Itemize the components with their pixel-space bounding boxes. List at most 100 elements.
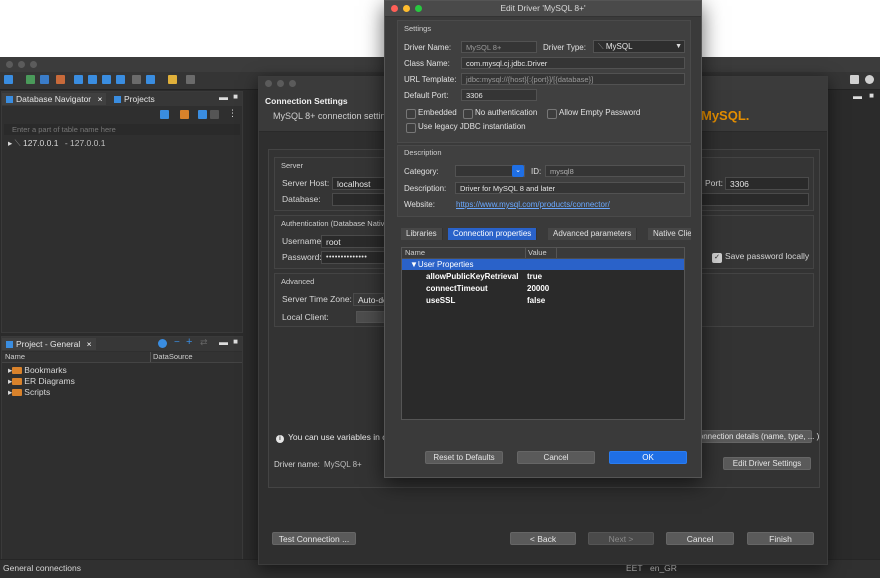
description-input[interactable]: Driver for MySQL 8 and later: [455, 182, 685, 194]
maximize-icon[interactable]: ■: [869, 91, 874, 100]
test-connection-button[interactable]: Test Connection ...: [272, 532, 356, 545]
filter-icon[interactable]: [132, 75, 141, 84]
link-icon[interactable]: [210, 110, 219, 119]
commit-icon[interactable]: [74, 75, 83, 84]
add-icon[interactable]: +: [186, 336, 192, 348]
property-value[interactable]: 20000: [527, 283, 549, 294]
property-group-row[interactable]: ▼User Properties: [402, 259, 684, 270]
username-label: Username:: [282, 236, 324, 246]
property-row[interactable]: connectTimeout 20000: [402, 283, 684, 294]
class-name-input[interactable]: com.mysql.cj.jdbc.Driver: [461, 57, 685, 69]
save-password-checkbox[interactable]: ✓: [712, 253, 722, 263]
default-port-input[interactable]: 3306: [461, 89, 537, 101]
minimize-icon[interactable]: ▬: [219, 92, 228, 102]
tab-libraries[interactable]: Libraries: [401, 228, 443, 240]
table-filter-input[interactable]: Enter a part of table name here: [4, 124, 240, 135]
schema-icon[interactable]: [146, 75, 155, 84]
property-row[interactable]: useSSL false: [402, 295, 684, 306]
database-label: Database:: [282, 194, 321, 204]
property-value[interactable]: true: [527, 271, 542, 282]
dialog-zoom-button[interactable]: [289, 80, 296, 87]
embedded-checkbox[interactable]: [406, 109, 416, 119]
no-auth-checkbox[interactable]: [463, 109, 473, 119]
tab-native-client[interactable]: Native Client: [648, 228, 691, 240]
project-item-bookmarks[interactable]: ▸ Bookmarks: [8, 365, 67, 375]
chevron-down-icon[interactable]: ⌄: [512, 165, 524, 177]
website-link[interactable]: https://www.mysql.com/products/connector…: [456, 199, 610, 210]
maximize-icon[interactable]: ■: [233, 92, 238, 101]
project-item-er-diagrams[interactable]: ▸ ER Diagrams: [8, 376, 75, 386]
properties-table: Name Value ▼User Properties allowPublicK…: [401, 247, 685, 420]
driver-name-input[interactable]: MySQL 8+: [461, 41, 537, 53]
tab-project-general[interactable]: Project - General ×: [2, 338, 96, 350]
rollback-icon[interactable]: [88, 75, 97, 84]
link-icon[interactable]: ⇄: [200, 337, 208, 348]
project-item-scripts[interactable]: ▸ Scripts: [8, 387, 50, 397]
header-subtitle: MySQL 8+ connection settings: [273, 111, 395, 121]
reset-to-defaults-button[interactable]: Reset to Defaults: [425, 451, 503, 464]
property-row[interactable]: allowPublicKeyRetrieval true: [402, 271, 684, 282]
wrench-icon[interactable]: [168, 75, 177, 84]
cancel-button[interactable]: Cancel: [666, 532, 734, 545]
tab-advanced-parameters[interactable]: Advanced parameters: [548, 228, 638, 240]
id-input[interactable]: mysql8: [545, 165, 685, 177]
navigator-tabs: Database Navigator × Projects ▬ ■: [2, 92, 242, 106]
new-folder-icon[interactable]: [180, 110, 189, 119]
url-template-input[interactable]: jdbc:mysql://{host}[:{port}]/[{database}…: [461, 73, 685, 85]
driver-cancel-button[interactable]: Cancel: [517, 451, 595, 464]
disconnect-icon[interactable]: [56, 75, 65, 84]
driver-dialog-titlebar: Edit Driver 'MySQL 8+': [385, 1, 701, 17]
allow-empty-password-checkbox[interactable]: [547, 109, 557, 119]
tab-projects[interactable]: Projects: [110, 93, 159, 105]
remove-icon[interactable]: −: [174, 337, 180, 348]
minimize-icon[interactable]: ▬: [853, 91, 862, 101]
refresh-icon[interactable]: [116, 75, 125, 84]
close-icon[interactable]: ×: [98, 94, 103, 104]
palette-icon[interactable]: [865, 75, 874, 84]
database-icon[interactable]: [40, 75, 49, 84]
legacy-jdbc-checkbox[interactable]: [406, 123, 416, 133]
settings-group-label: Settings: [404, 24, 432, 33]
connection-details-button[interactable]: Connection details (name, type, ... ): [692, 430, 819, 443]
window-minimize-button[interactable]: [18, 61, 25, 68]
column-datasource[interactable]: DataSource: [150, 352, 193, 362]
window-zoom-button[interactable]: [30, 61, 37, 68]
close-icon[interactable]: ×: [87, 339, 92, 349]
connection-icon: ⟍: [14, 138, 21, 148]
property-value[interactable]: false: [527, 295, 545, 306]
driver-type-select[interactable]: ⟍ MySQL ▼: [593, 40, 685, 53]
column-value[interactable]: Value: [525, 248, 557, 258]
maximize-icon[interactable]: ■: [233, 337, 238, 346]
column-name[interactable]: Name: [5, 352, 25, 362]
minimize-icon[interactable]: ▬: [219, 337, 228, 347]
edit-driver-settings-button[interactable]: Edit Driver Settings: [723, 457, 811, 470]
finish-button[interactable]: Finish: [747, 532, 814, 545]
dialog-close-button[interactable]: [265, 80, 272, 87]
property-name: useSSL: [426, 296, 456, 305]
menu-icon[interactable]: ⋮: [228, 108, 237, 119]
collapse-icon[interactable]: [198, 110, 207, 119]
column-name[interactable]: Name: [405, 248, 425, 258]
edit-driver-dialog: Edit Driver 'MySQL 8+' Settings Driver N…: [384, 0, 702, 478]
category-label: Category:: [404, 167, 439, 176]
property-name: allowPublicKeyRetrieval: [426, 272, 519, 281]
tree-item-connection[interactable]: ▸ ⟍ 127.0.0.1 - 127.0.0.1: [8, 138, 105, 148]
window-close-button[interactable]: [6, 61, 13, 68]
tab-database-navigator[interactable]: Database Navigator ×: [2, 93, 107, 105]
transaction-icon[interactable]: [102, 75, 111, 84]
new-connection-icon[interactable]: [160, 110, 169, 119]
settings-icon[interactable]: [158, 339, 167, 348]
database-navigator-panel: Database Navigator × Projects ▬ ■ ⋮ Ente…: [1, 91, 243, 333]
port-input[interactable]: 3306: [725, 177, 809, 190]
dialog-minimize-button[interactable]: [277, 80, 284, 87]
grid-icon[interactable]: [850, 75, 859, 84]
next-button[interactable]: Next >: [588, 532, 654, 545]
projects-icon: [114, 96, 121, 104]
back-button[interactable]: < Back: [510, 532, 576, 545]
ok-button[interactable]: OK: [609, 451, 687, 464]
new-connection-icon[interactable]: [4, 75, 13, 84]
tab-connection-properties[interactable]: Connection properties: [448, 228, 538, 240]
sql-editor-icon[interactable]: [26, 75, 35, 84]
settings-icon[interactable]: [186, 75, 195, 84]
port-label: Port:: [705, 178, 723, 188]
